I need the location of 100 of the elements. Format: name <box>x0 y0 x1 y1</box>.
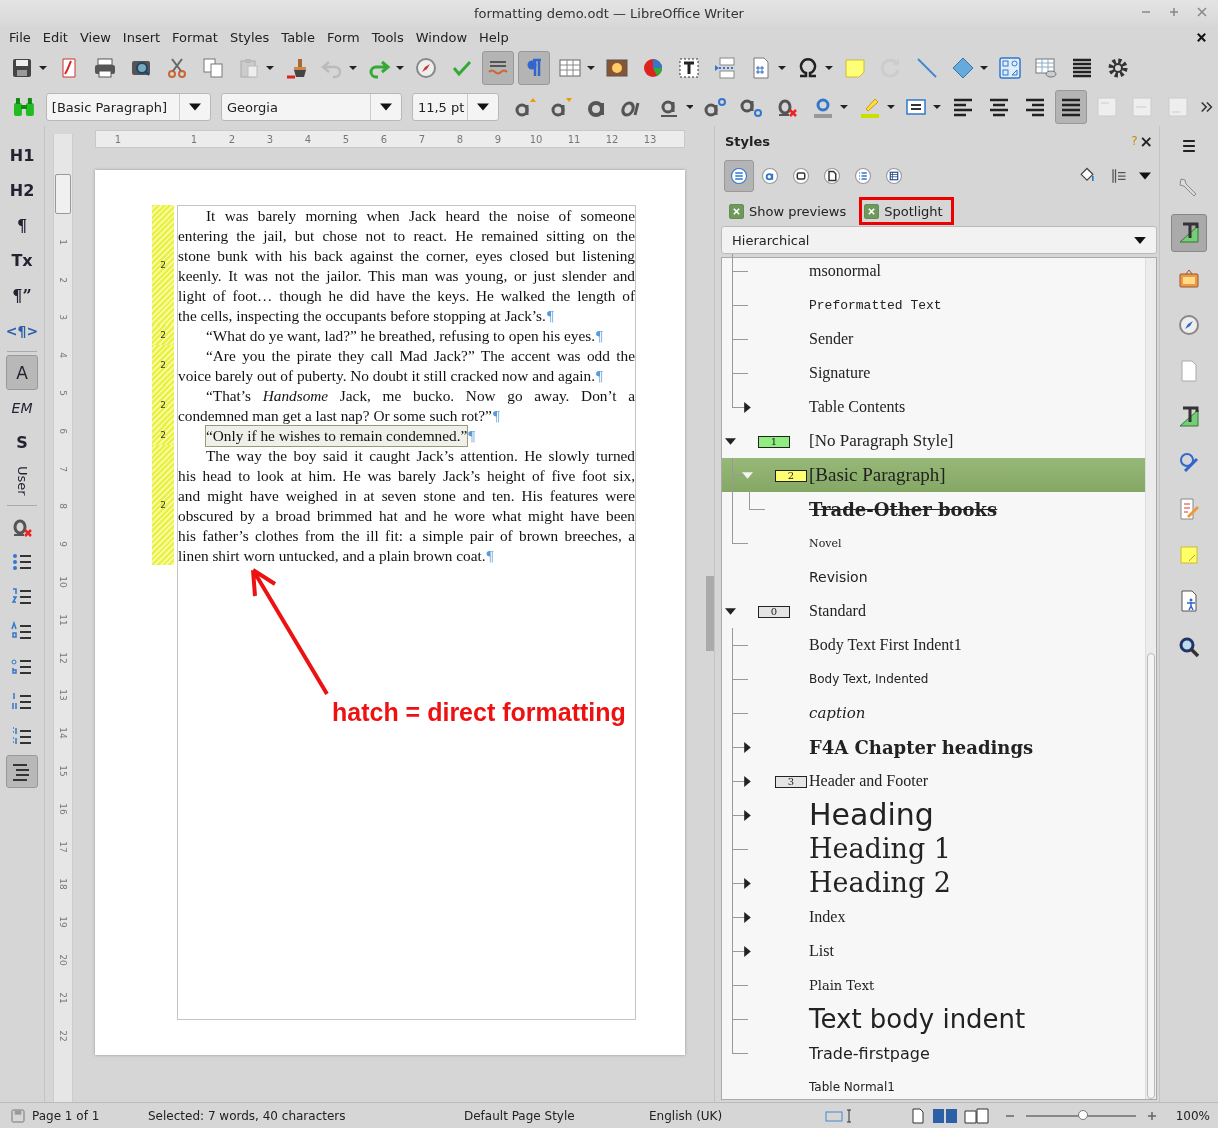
menu-item[interactable]: Edit <box>41 29 75 45</box>
dropdown-arrow-icon[interactable] <box>825 64 833 72</box>
style-category-icon <box>761 167 779 185</box>
menu-item[interactable]: Format <box>171 29 225 45</box>
text-line: and might have weighed in at seven stone and ten. His features were <box>178 486 635 506</box>
style-name[interactable]: Trade-firstpage <box>809 1043 930 1063</box>
expand-arrow-icon[interactable] <box>742 402 753 413</box>
menu-item[interactable]: Table <box>280 29 322 45</box>
close-document-icon[interactable] <box>1196 31 1207 43</box>
checkbox[interactable]: Spotlight <box>859 197 954 225</box>
style-button[interactable]: H1 <box>7 138 37 173</box>
dropdown-arrow-icon[interactable] <box>349 64 357 72</box>
filter-dropdown[interactable]: Hierarchical <box>721 226 1157 254</box>
menu-item[interactable]: Help <box>478 29 516 45</box>
font-name-combo[interactable]: Georgia <box>220 93 402 121</box>
menu-item[interactable]: File <box>8 29 38 45</box>
style-number: 2 <box>160 260 166 270</box>
style-button[interactable]: ¶ <box>7 208 37 243</box>
style-name[interactable]: Heading 1 <box>809 832 951 866</box>
style-name[interactable]: Signature <box>809 364 871 382</box>
style-button[interactable]: EM <box>7 390 37 425</box>
close-button[interactable]: × <box>1139 131 1153 151</box>
dropdown-arrow-icon[interactable] <box>839 103 848 111</box>
style-name[interactable]: [No Paragraph Style] <box>809 431 954 451</box>
style-name[interactable]: Preformatted Text <box>809 297 942 313</box>
menu-item[interactable]: Form <box>326 29 367 45</box>
ruler-number: 1 <box>58 239 68 245</box>
checkbox[interactable]: Show previews <box>724 197 858 225</box>
style-name[interactable]: Index <box>809 908 846 926</box>
menu-item[interactable]: Tools <box>370 29 411 45</box>
maximize-icon[interactable] <box>1168 6 1180 18</box>
font-size-combo[interactable]: 11,5 pt <box>411 93 500 121</box>
dropdown-arrow-icon[interactable] <box>39 64 47 72</box>
style-name[interactable]: Body Text, Indented <box>809 672 929 686</box>
menu-item[interactable]: View <box>78 29 118 45</box>
paragraph-style-combo[interactable]: [Basic Paragraph] <box>45 93 211 121</box>
style-name[interactable]: Table Contents <box>809 398 906 416</box>
ruler-margin-marker[interactable] <box>55 174 71 214</box>
style-button[interactable]: User <box>7 460 37 502</box>
style-name[interactable]: Plain Text <box>809 977 875 993</box>
scrollbar-thumb[interactable] <box>1147 653 1155 1099</box>
expand-arrow-icon[interactable] <box>742 742 753 753</box>
style-name[interactable]: Header and Footer <box>809 772 929 790</box>
menu-item[interactable]: Window <box>414 29 475 45</box>
style-button[interactable]: ¶” <box>7 278 37 313</box>
style-name[interactable]: F4A Chapter headings <box>809 736 1034 758</box>
style-name[interactable]: Standard <box>809 602 866 620</box>
dropdown-arrow-icon[interactable] <box>778 64 786 72</box>
list-style-button[interactable] <box>6 755 38 788</box>
style-button[interactable]: Tx <box>7 243 37 278</box>
deck-tab[interactable] <box>1171 214 1207 252</box>
zoom-slider-thumb[interactable] <box>1077 1109 1088 1120</box>
style-name[interactable]: Sender <box>809 330 854 348</box>
style-name[interactable]: Heading <box>809 798 934 832</box>
style-name[interactable]: Table Normal1 <box>809 1080 895 1094</box>
collapse-arrow-icon[interactable] <box>725 436 736 447</box>
close-icon[interactable] <box>1196 6 1208 18</box>
dropdown-arrow-icon[interactable] <box>587 64 595 72</box>
style-name[interactable]: msonormal <box>809 262 881 280</box>
sticky-note-icon <box>843 56 867 80</box>
selected-tree-row[interactable]: 2 [Basic Paragraph] <box>722 458 1145 492</box>
toolbar-button[interactable] <box>1054 90 1087 124</box>
expand-arrow-icon[interactable] <box>742 912 753 923</box>
style-name[interactable]: caption <box>809 704 866 722</box>
text-line: the cells, inspecting the occupants before stopping at Jack’s. <box>178 306 546 326</box>
single-page-icon[interactable] <box>909 1107 926 1124</box>
expand-arrow-icon[interactable] <box>742 810 753 821</box>
dropdown-arrow-icon[interactable] <box>980 64 988 72</box>
binoculars-icon[interactable] <box>12 95 36 119</box>
text-box-icon <box>677 56 701 80</box>
dropdown-arrow-icon[interactable] <box>266 64 274 72</box>
style-name[interactable]: Body Text First Indent1 <box>809 636 962 654</box>
expand-arrow-icon[interactable] <box>742 776 753 787</box>
style-button[interactable]: A <box>6 355 38 390</box>
expand-arrow-icon[interactable] <box>742 946 753 957</box>
style-name[interactable]: [Basic Paragraph] <box>809 464 946 486</box>
dropdown-arrow-icon[interactable] <box>1139 172 1151 180</box>
dropdown-arrow-icon[interactable] <box>188 103 201 111</box>
style-name[interactable]: Revision <box>809 569 868 585</box>
dropdown-arrow-icon[interactable] <box>933 103 942 111</box>
menu-item[interactable]: Styles <box>228 29 277 45</box>
book-view-icon[interactable] <box>963 1107 990 1124</box>
style-name[interactable]: Text body indent <box>809 1004 1026 1034</box>
expand-arrow-icon[interactable] <box>742 878 753 889</box>
collapse-arrow-icon[interactable] <box>725 606 736 617</box>
dropdown-arrow-icon[interactable] <box>477 103 490 111</box>
style-button[interactable]: <¶> <box>5 313 39 348</box>
style-name[interactable]: Trade-Other books <box>809 498 998 520</box>
dropdown-arrow-icon[interactable] <box>379 103 392 111</box>
text-line: “Are you the pirate they call Mad Jack?” The accent was odd the <box>206 346 635 366</box>
menu-item[interactable]: Insert <box>121 29 168 45</box>
style-name[interactable]: List <box>809 942 834 960</box>
style-name[interactable]: Heading 2 <box>809 866 951 900</box>
style-name[interactable]: Novel <box>809 536 842 550</box>
two-pages-icon[interactable] <box>931 1107 958 1124</box>
dropdown-arrow-icon[interactable] <box>685 103 694 111</box>
dropdown-arrow-icon[interactable] <box>886 103 895 111</box>
dropdown-arrow-icon[interactable] <box>396 64 404 72</box>
style-button[interactable]: H2 <box>7 173 37 208</box>
style-button[interactable]: S <box>7 425 37 460</box>
